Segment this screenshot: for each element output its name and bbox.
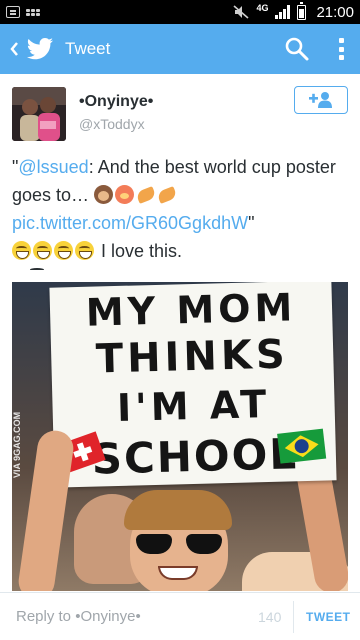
laughing-face-icon bbox=[33, 241, 52, 260]
clock: 21:00 bbox=[316, 3, 354, 21]
avatar[interactable] bbox=[12, 87, 66, 141]
laughing-face-icon bbox=[54, 241, 73, 260]
signal-icon bbox=[275, 5, 291, 19]
search-icon[interactable] bbox=[284, 36, 310, 62]
tweet-photo[interactable]: MY MOM THINKS I'M AT SCHOOL VIA 9GAG.COM bbox=[12, 282, 348, 591]
boy-hair bbox=[124, 490, 232, 530]
mute-icon bbox=[233, 5, 249, 19]
mention-link[interactable]: @lssued bbox=[18, 157, 88, 177]
see-no-evil-monkey-icon bbox=[94, 185, 114, 204]
flushed-face-icon bbox=[115, 185, 135, 204]
folded-hands-icon bbox=[136, 185, 155, 204]
character-counter: 140 bbox=[258, 609, 282, 625]
follow-button[interactable] bbox=[294, 86, 348, 114]
back-arrow-icon[interactable] bbox=[3, 24, 25, 74]
watermark: VIA 9GAG.COM bbox=[12, 411, 22, 478]
laughing-face-icon bbox=[75, 241, 94, 260]
divider bbox=[293, 601, 294, 633]
twitter-bird-icon[interactable] bbox=[25, 24, 55, 74]
notification-icon bbox=[6, 6, 20, 18]
battery-icon bbox=[297, 1, 307, 20]
tweet-comment: I love this. bbox=[101, 241, 183, 261]
author-name[interactable]: •Onyinye• bbox=[79, 93, 153, 111]
reply-bar: Reply to •Onyinye• 140 TWEET bbox=[0, 592, 360, 640]
sign-line-1: MY MOM bbox=[85, 285, 297, 335]
bbm-icon bbox=[26, 5, 40, 19]
folded-hands-icon bbox=[157, 185, 176, 204]
sunglasses-icon bbox=[136, 534, 222, 554]
status-bar: 4G 21:00 bbox=[0, 0, 360, 24]
laughing-face-icon bbox=[12, 241, 31, 260]
sign-line-2: THINKS bbox=[95, 331, 290, 383]
action-bar: Tweet bbox=[0, 24, 360, 74]
author-handle[interactable]: @xToddyx bbox=[79, 116, 145, 132]
sign-line-3: I'M AT bbox=[116, 381, 271, 430]
page-title: Tweet bbox=[65, 39, 111, 58]
close-quote: " bbox=[248, 213, 255, 233]
tweet-text: "@lssued: And the best world cup poster … bbox=[12, 153, 352, 265]
overflow-menu-icon[interactable] bbox=[333, 36, 349, 62]
tweet-button[interactable]: TWEET bbox=[306, 610, 351, 624]
pic-link[interactable]: pic.twitter.com/GR60GgkdhW bbox=[12, 213, 248, 233]
reply-input[interactable]: Reply to •Onyinye• bbox=[16, 608, 141, 625]
add-user-icon bbox=[309, 92, 332, 108]
brazil-flag-icon bbox=[277, 428, 327, 464]
image-edge-mark bbox=[30, 268, 44, 271]
network-type: 4G bbox=[256, 3, 269, 13]
poster-sign: MY MOM THINKS I'M AT SCHOOL bbox=[49, 282, 337, 488]
